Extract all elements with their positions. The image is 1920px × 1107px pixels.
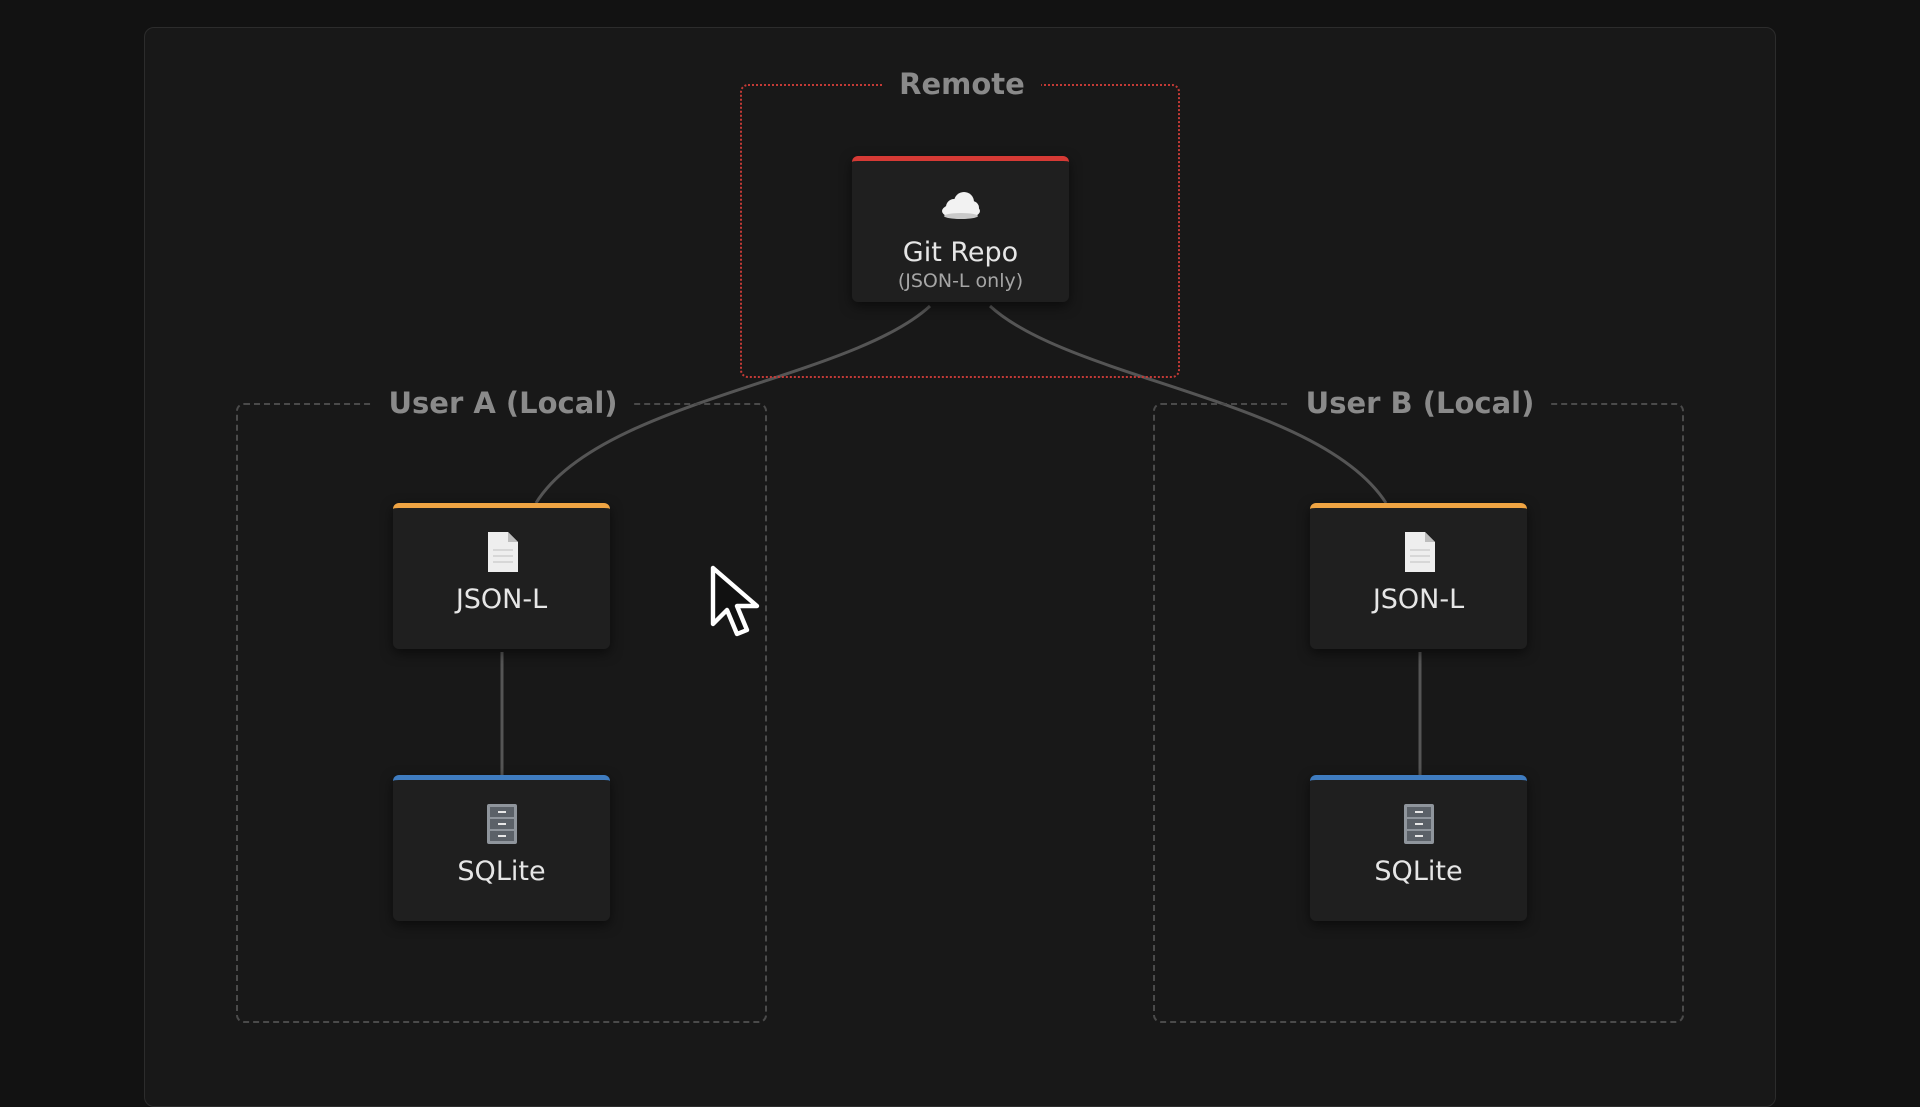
node-title: SQLite <box>457 856 546 887</box>
node-user-a-sqlite[interactable]: SQLite <box>393 775 610 921</box>
group-label-user-b: User B (Local) <box>1289 383 1551 423</box>
node-title: JSON-L <box>455 584 548 615</box>
node-title: SQLite <box>1374 856 1463 887</box>
node-user-a-jsonl[interactable]: JSON-L <box>393 503 610 649</box>
group-label-user-a: User A (Local) <box>372 383 634 423</box>
group-user-a: User A (Local) <box>236 383 767 1023</box>
node-user-b-sqlite[interactable]: SQLite <box>1310 775 1527 921</box>
node-title: JSON-L <box>1372 584 1465 615</box>
document-icon <box>1404 532 1435 572</box>
node-subtitle: (JSON-L only) <box>897 270 1024 292</box>
document-icon <box>487 532 518 572</box>
group-label-remote: Remote <box>883 64 1041 104</box>
mouse-cursor-icon <box>710 565 760 637</box>
node-user-b-jsonl[interactable]: JSON-L <box>1310 503 1527 649</box>
file-cabinet-icon <box>486 804 517 844</box>
cloud-icon <box>941 192 980 219</box>
group-user-b: User B (Local) <box>1153 383 1684 1023</box>
node-git-repo[interactable]: Git Repo (JSON-L only) <box>852 156 1069 302</box>
node-title: Git Repo <box>902 237 1019 268</box>
file-cabinet-icon <box>1403 804 1434 844</box>
